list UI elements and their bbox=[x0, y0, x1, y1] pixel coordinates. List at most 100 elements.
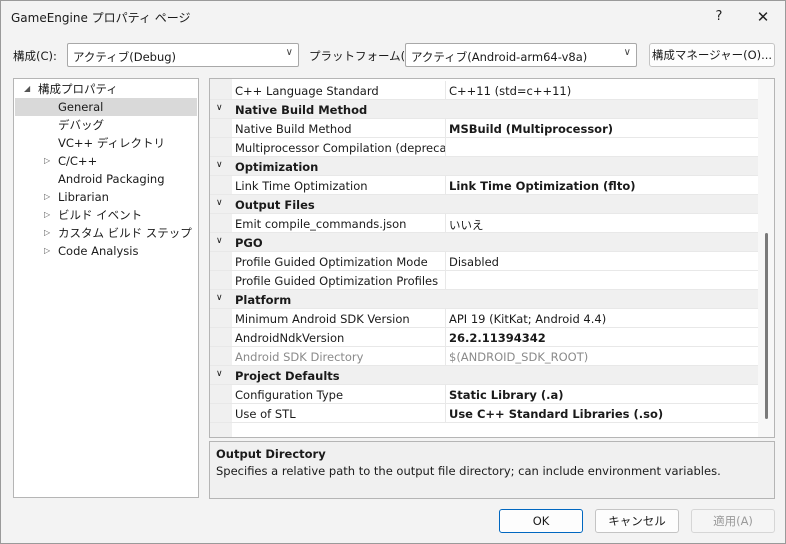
expand-icon[interactable]: ▷ bbox=[44, 206, 54, 224]
collapse-icon[interactable]: ∨ bbox=[216, 369, 223, 379]
category-name: Platform bbox=[235, 293, 292, 307]
column-divider bbox=[445, 309, 446, 328]
property-value[interactable]: Static Library (.a) bbox=[449, 388, 564, 402]
category-row[interactable]: ∨ Native Build Method bbox=[210, 100, 758, 119]
column-divider bbox=[445, 138, 446, 157]
collapse-icon[interactable]: ∨ bbox=[216, 293, 223, 303]
category-row[interactable]: ∨ Optimization bbox=[210, 157, 758, 176]
tree-item[interactable]: ▷ ビルド イベント bbox=[15, 206, 197, 224]
expand-icon[interactable]: ▷ bbox=[44, 188, 54, 206]
configuration-combo[interactable]: アクティブ(Debug) ∨ bbox=[67, 43, 299, 67]
apply-button[interactable]: 適用(A) bbox=[691, 509, 775, 533]
description-title: Output Directory bbox=[216, 447, 326, 461]
collapse-icon[interactable]: ∨ bbox=[216, 236, 223, 246]
property-value[interactable]: 26.2.11394342 bbox=[449, 331, 546, 345]
tree-item-label: VC++ ディレクトリ bbox=[58, 136, 166, 150]
close-button[interactable]: ✕ bbox=[741, 1, 785, 33]
tree-root-label: 構成プロパティ bbox=[38, 82, 118, 96]
property-row[interactable]: Profile Guided Optimization Mode Disabled bbox=[210, 252, 758, 271]
property-name: Configuration Type bbox=[235, 388, 344, 402]
chevron-down-icon: ∨ bbox=[285, 47, 293, 58]
property-row[interactable]: Native Build Method MSBuild (Multiprocess… bbox=[210, 119, 758, 138]
tree-item[interactable]: General bbox=[15, 98, 197, 116]
column-divider bbox=[445, 404, 446, 423]
expand-icon[interactable]: ▷ bbox=[44, 224, 54, 242]
tree-item-label: Librarian bbox=[58, 190, 109, 204]
property-row[interactable]: AndroidNdkVersion 26.2.11394342 bbox=[210, 328, 758, 347]
cancel-button[interactable]: キャンセル bbox=[595, 509, 679, 533]
property-row[interactable]: Profile Guided Optimization Profiles bbox=[210, 271, 758, 290]
collapse-icon[interactable]: ∨ bbox=[216, 160, 223, 170]
property-row[interactable]: Emit compile_commands.json いいえ bbox=[210, 214, 758, 233]
property-name: C++ Language Standard bbox=[235, 84, 379, 98]
platform-label: プラットフォーム(P): bbox=[309, 49, 421, 63]
property-value[interactable]: Use C++ Standard Libraries (.so) bbox=[449, 407, 663, 421]
tree-item-label: C/C++ bbox=[58, 154, 98, 168]
expand-icon[interactable]: ▷ bbox=[44, 242, 54, 260]
configuration-manager-button[interactable]: 構成マネージャー(O)... bbox=[649, 43, 775, 67]
property-row[interactable]: Minimum Android SDK Version API 19 (KitKa… bbox=[210, 309, 758, 328]
property-value[interactable]: $(ANDROID_SDK_ROOT) bbox=[449, 350, 588, 364]
property-value[interactable]: API 19 (KitKat; Android 4.4) bbox=[449, 312, 606, 326]
tree-item-label: カスタム ビルド ステップ bbox=[58, 226, 192, 240]
property-value[interactable]: MSBuild (Multiprocessor) bbox=[449, 122, 613, 136]
column-divider bbox=[445, 252, 446, 271]
tree-item[interactable]: デバッグ bbox=[15, 116, 197, 134]
tree-item[interactable]: VC++ ディレクトリ bbox=[15, 134, 197, 152]
property-name: Profile Guided Optimization Profiles bbox=[235, 274, 439, 288]
description-panel: Output Directory Specifies a relative pa… bbox=[209, 441, 775, 499]
tree-item[interactable]: ▷ C/C++ bbox=[15, 152, 197, 170]
category-name: Output Files bbox=[235, 198, 315, 212]
tree-item[interactable]: ▷ Code Analysis bbox=[15, 242, 197, 260]
property-row[interactable]: Use of STL Use C++ Standard Libraries (.s… bbox=[210, 404, 758, 423]
tree-root[interactable]: ◢ 構成プロパティ bbox=[24, 80, 194, 98]
collapse-icon[interactable]: ∨ bbox=[216, 103, 223, 113]
category-row[interactable]: ∨ Project Defaults bbox=[210, 366, 758, 385]
tree-item-label: Code Analysis bbox=[58, 244, 139, 258]
category-name: Optimization bbox=[235, 160, 319, 174]
category-row[interactable]: ∨ Platform bbox=[210, 290, 758, 309]
column-divider bbox=[445, 119, 446, 138]
category-row[interactable]: ∨ Output Files bbox=[210, 195, 758, 214]
category-name: Native Build Method bbox=[235, 103, 368, 117]
tree-item[interactable]: Android Packaging bbox=[15, 170, 197, 188]
property-name: Emit compile_commands.json bbox=[235, 217, 407, 231]
property-value[interactable]: Link Time Optimization (flto) bbox=[449, 179, 635, 193]
tree-item-label: Android Packaging bbox=[58, 172, 165, 186]
tree-item-label: General bbox=[58, 100, 104, 114]
column-divider bbox=[445, 81, 446, 100]
property-grid: C++ Language Standard C++11 (std=c++11) ∨ N… bbox=[209, 78, 775, 438]
configuration-label: 構成(C): bbox=[13, 49, 57, 63]
category-row[interactable]: ∨ PGO bbox=[210, 233, 758, 252]
expanded-icon: ◢ bbox=[24, 84, 31, 93]
property-name: Profile Guided Optimization Mode bbox=[235, 255, 428, 269]
description-text: Specifies a relative path to the output … bbox=[216, 464, 721, 478]
platform-combo[interactable]: アクティブ(Android-arm64-v8a) ∨ bbox=[405, 43, 637, 67]
scrollbar-thumb[interactable] bbox=[765, 233, 768, 419]
column-divider bbox=[445, 328, 446, 347]
property-row[interactable]: Multiprocessor Compilation (deprecated bbox=[210, 138, 758, 157]
tree-item[interactable]: ▷ カスタム ビルド ステップ bbox=[15, 224, 197, 242]
category-name: PGO bbox=[235, 236, 263, 250]
property-row[interactable]: Android SDK Directory $(ANDROID_SDK_ROOT) bbox=[210, 347, 758, 366]
property-row[interactable]: Configuration Type Static Library (.a) bbox=[210, 385, 758, 404]
property-name: Android SDK Directory bbox=[235, 350, 364, 364]
property-row[interactable]: Link Time Optimization Link Time Optimiza… bbox=[210, 176, 758, 195]
property-row[interactable]: C++ Language Standard C++11 (std=c++11) bbox=[210, 81, 758, 100]
vertical-scrollbar[interactable] bbox=[758, 79, 774, 437]
property-value[interactable]: Disabled bbox=[449, 255, 499, 269]
ok-button[interactable]: OK bbox=[499, 509, 583, 533]
expand-icon[interactable]: ▷ bbox=[44, 152, 54, 170]
column-divider bbox=[445, 347, 446, 366]
column-divider bbox=[445, 271, 446, 290]
help-button[interactable]: ? bbox=[697, 1, 741, 33]
property-name: Multiprocessor Compilation (deprecated bbox=[235, 141, 445, 155]
category-name: Project Defaults bbox=[235, 369, 340, 383]
property-value[interactable]: C++11 (std=c++11) bbox=[449, 84, 571, 98]
chevron-down-icon: ∨ bbox=[623, 47, 631, 58]
configuration-row: 構成(C): アクティブ(Debug) ∨ プラットフォーム(P): アクティブ… bbox=[1, 43, 785, 67]
collapse-icon[interactable]: ∨ bbox=[216, 198, 223, 208]
tree-item[interactable]: ▷ Librarian bbox=[15, 188, 197, 206]
property-value[interactable]: いいえ bbox=[449, 217, 484, 233]
column-divider bbox=[445, 385, 446, 404]
